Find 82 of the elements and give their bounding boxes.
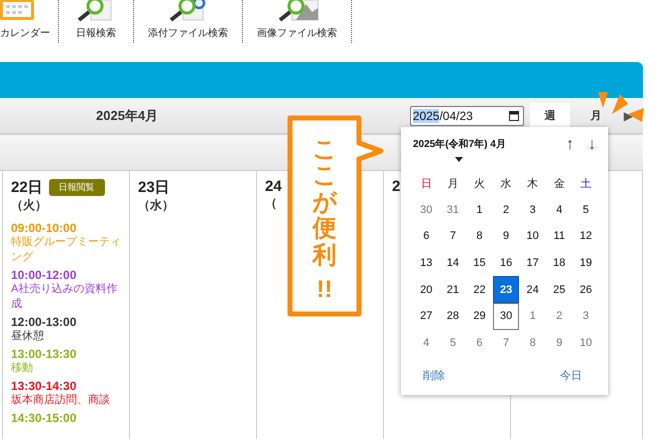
calendar-day[interactable]: 2	[492, 196, 520, 224]
calendar-day[interactable]: 12	[572, 223, 600, 250]
calendar-day[interactable]: 8	[466, 223, 493, 250]
weekday-label: 土	[579, 176, 592, 192]
calendar-day[interactable]: 17	[519, 250, 546, 276]
view-tab[interactable]: 週	[530, 102, 570, 128]
calendar-day[interactable]: 28	[440, 302, 466, 330]
day-weekday: （火）	[11, 197, 47, 214]
weekday-label: 金	[552, 176, 566, 192]
calendar-day[interactable]: 3	[519, 196, 546, 224]
day-date: 2	[392, 178, 400, 195]
calendar-day[interactable]: 19	[572, 250, 600, 276]
weekday-label: 木	[526, 176, 540, 192]
event-time[interactable]: 13:30-14:30	[11, 379, 76, 393]
calendar-day[interactable]: 29	[466, 302, 493, 330]
calendar-day[interactable]: 9	[492, 223, 520, 250]
event-title[interactable]: 昼休憩	[11, 329, 121, 344]
callout-text: ここが便利	[312, 137, 336, 269]
day-date: 22日	[11, 178, 43, 197]
toolbar-button[interactable]: 添付ファイル検索	[134, 0, 243, 43]
toolbar-button[interactable]: 日報検索	[59, 0, 134, 43]
event-time[interactable]: 10:00-12:00	[11, 268, 76, 282]
weekday-label: 日	[420, 176, 433, 192]
calendar-day[interactable]: 27	[413, 302, 440, 330]
calendar-day[interactable]: 9	[546, 330, 573, 356]
calendar-day[interactable]: 15	[466, 250, 493, 276]
calendar-day[interactable]: 31	[440, 196, 466, 224]
calendar-day[interactable]: 24	[519, 276, 546, 303]
calendar-day[interactable]: 5	[572, 196, 600, 224]
calendar-icon[interactable]	[508, 110, 519, 120]
calendar-day[interactable]: 30	[413, 196, 440, 224]
clear-button[interactable]: 削除	[423, 368, 445, 384]
calendar-day[interactable]: 11	[546, 223, 573, 250]
calendar-day[interactable]: 13	[413, 250, 440, 276]
calendar-day[interactable]: 20	[413, 276, 440, 303]
day-weekday: （水）	[138, 197, 174, 214]
weekday-label: 月	[446, 176, 460, 192]
calendar-day[interactable]: 18	[546, 250, 573, 276]
day-date: 23日	[138, 178, 170, 197]
event-title[interactable]: 坂本商店訪問、商談	[11, 393, 121, 408]
day-weekday: （	[265, 195, 277, 212]
day-date: 24	[265, 178, 282, 195]
calendar-day[interactable]: 7	[440, 223, 466, 250]
today-button[interactable]: 今日	[560, 368, 582, 384]
view-tab[interactable]: 月	[576, 102, 616, 128]
next-month-button[interactable]: ↓	[588, 137, 596, 153]
calendar-day[interactable]: 3	[572, 302, 600, 330]
calendar-day[interactable]: 7	[492, 330, 520, 356]
weekday-label: 水	[500, 176, 513, 192]
calendar-day[interactable]: 10	[519, 223, 546, 250]
calendar-day[interactable]: 5	[440, 330, 466, 356]
calendar-icon	[0, 0, 36, 22]
toolbar-button[interactable]: 画像ファイル検索	[243, 0, 352, 43]
calendar-day[interactable]: 6	[413, 223, 440, 250]
toolbar-button[interactable]: カレンダー	[0, 0, 59, 43]
calendar-day[interactable]: 25	[546, 276, 573, 303]
calendar-day[interactable]: 1	[466, 196, 493, 224]
calendar-day[interactable]: 10	[572, 330, 600, 356]
date-field[interactable]: 2025/04/23	[410, 106, 524, 126]
event-time[interactable]: 12:00-13:00	[11, 315, 76, 329]
calendar-day[interactable]: 1	[519, 302, 546, 330]
calendar-day[interactable]: 4	[413, 330, 440, 356]
calendar-day[interactable]: 2	[546, 302, 573, 330]
calendar-day[interactable]: 21	[440, 276, 466, 303]
report-view-button[interactable]: 日報閲覧	[48, 179, 105, 196]
calendar-day[interactable]: 30	[492, 302, 520, 330]
calendar-day[interactable]: 14	[440, 250, 466, 276]
calendar-day[interactable]: 4	[546, 196, 573, 224]
previous-month-button[interactable]: ↑	[566, 137, 574, 153]
callout-emphasis: !!	[316, 276, 332, 304]
caret-icon[interactable]	[455, 157, 464, 162]
calendar-day[interactable]: 6	[466, 330, 493, 356]
calendar-day[interactable]: 22	[466, 276, 493, 303]
calendar-day[interactable]: 8	[519, 330, 546, 356]
calendar-day[interactable]: 26	[572, 276, 600, 303]
next-button[interactable]: ▶	[624, 108, 633, 122]
event-title[interactable]: A社売り込みの資料作成	[11, 282, 121, 312]
month-title: 2025年4月	[96, 106, 158, 124]
month-year-selector[interactable]: 2025年(令和7年) 4月	[413, 137, 506, 151]
calendar-day[interactable]: 23	[492, 276, 520, 303]
weekday-label: 火	[472, 176, 486, 192]
calendar-day[interactable]: 16	[492, 250, 520, 276]
